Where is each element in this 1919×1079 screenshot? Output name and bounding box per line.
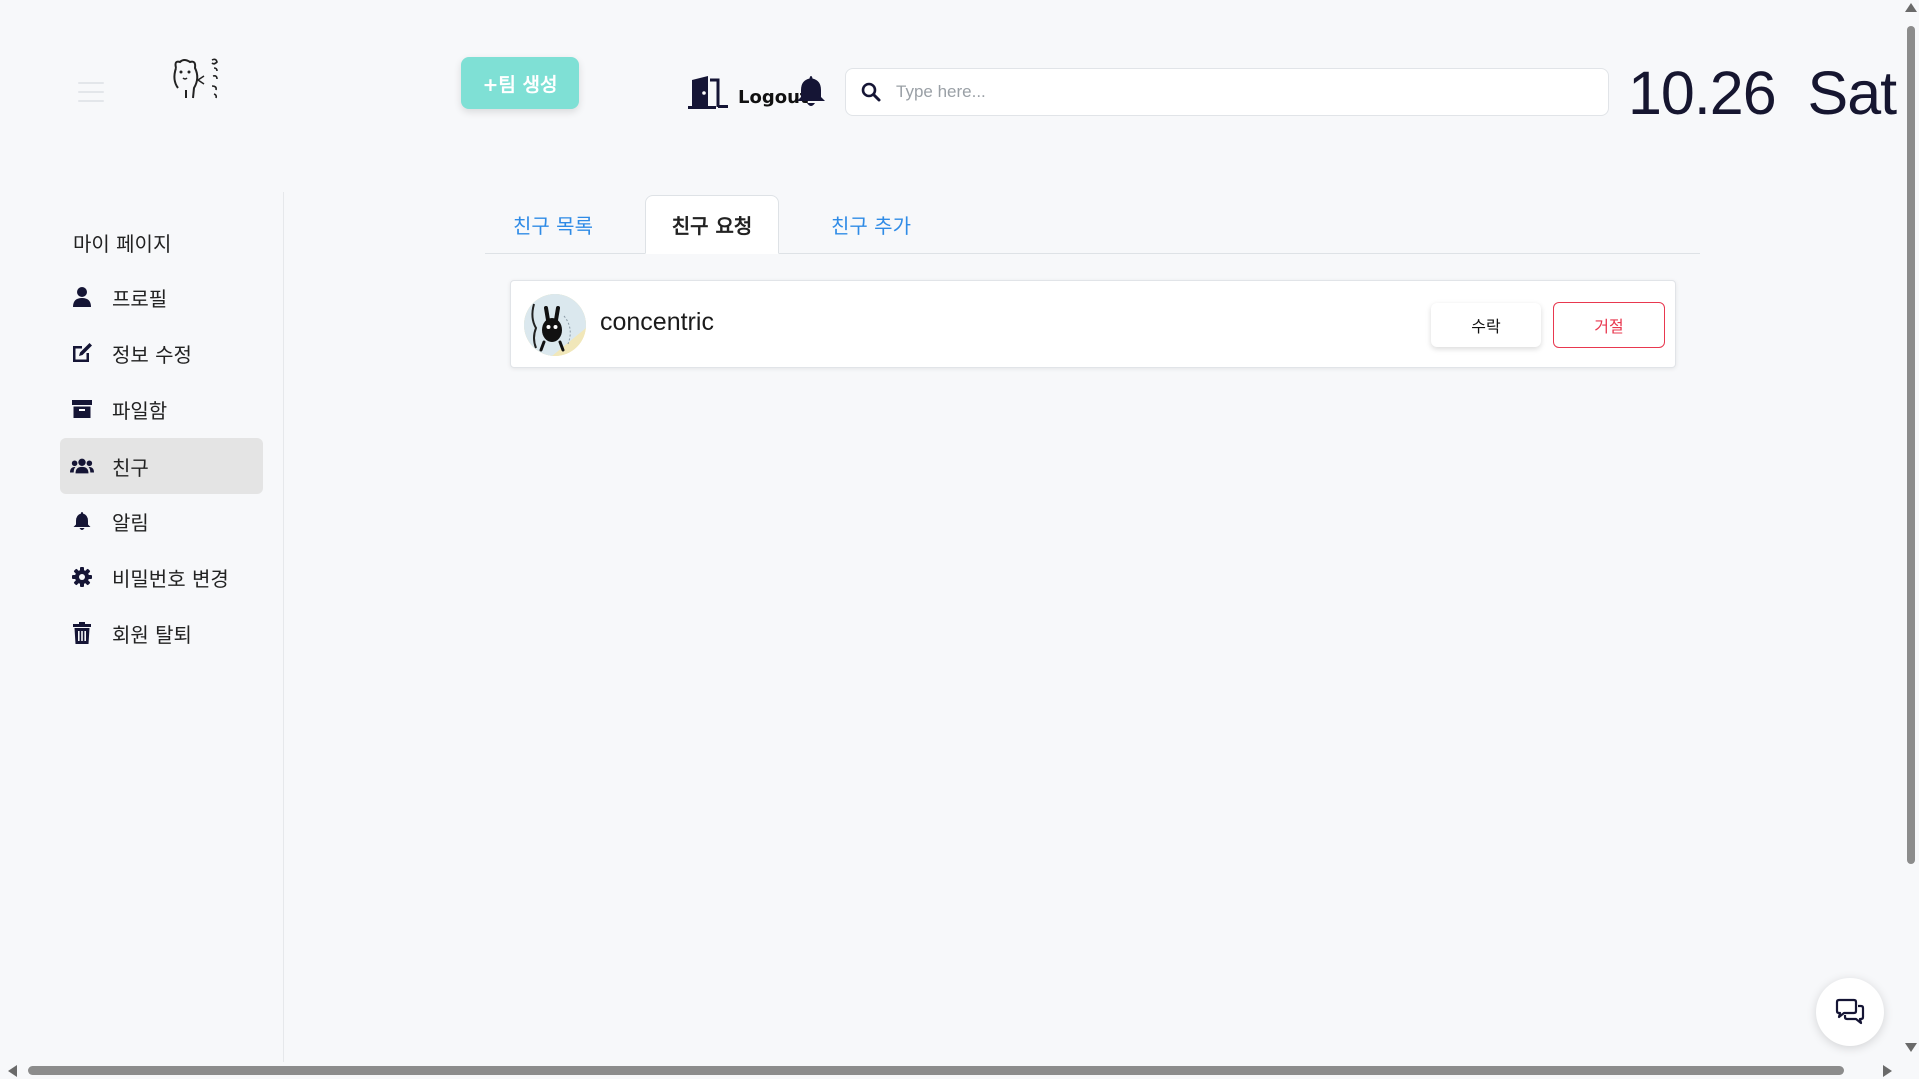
- sidebar-item-label: 알림: [112, 510, 149, 535]
- users-icon: [70, 454, 94, 478]
- bell-icon[interactable]: [796, 74, 826, 108]
- vertical-scroll-thumb[interactable]: [1907, 26, 1915, 864]
- hamburger-icon[interactable]: [78, 82, 104, 102]
- sidebar-item-profile[interactable]: 프로필: [60, 269, 263, 325]
- gear-icon: [70, 565, 94, 589]
- avatar: [524, 294, 586, 356]
- request-username: concentric: [600, 308, 714, 336]
- sidebar-item-label: 친구: [112, 455, 149, 480]
- sidebar-item-change-password[interactable]: 비밀번호 변경: [60, 549, 263, 605]
- search-icon: [861, 82, 881, 102]
- reject-button[interactable]: 거절: [1553, 302, 1665, 348]
- scroll-right-arrow-icon[interactable]: [1883, 1065, 1892, 1077]
- scroll-left-arrow-icon[interactable]: [8, 1065, 17, 1077]
- search-input[interactable]: [894, 81, 1598, 103]
- sidebar-title: 마이 페이지: [73, 232, 172, 256]
- friend-request-card: concentric 수락 거절: [510, 280, 1676, 368]
- door-exit-icon: [688, 76, 728, 109]
- tab-friend-list[interactable]: 친구 목록: [497, 195, 609, 254]
- sidebar-item-label: 파일함: [112, 398, 168, 423]
- scroll-up-arrow-icon[interactable]: [1905, 3, 1917, 12]
- sidebar-item-label: 비밀번호 변경: [112, 566, 229, 591]
- sidebar-item-withdraw[interactable]: 회원 탈퇴: [60, 605, 263, 661]
- chat-button[interactable]: [1816, 978, 1884, 1046]
- accept-button[interactable]: 수락: [1431, 303, 1541, 347]
- vertical-scrollbar[interactable]: [1902, 0, 1919, 1064]
- sidebar-item-label: 회원 탈퇴: [112, 622, 192, 647]
- bell-icon: [70, 509, 94, 533]
- date-display: 10.26 Sat: [1628, 59, 1897, 127]
- tab-add-friend[interactable]: 친구 추가: [815, 195, 927, 254]
- sidebar-divider: [283, 192, 284, 1065]
- sidebar-item-label: 정보 수정: [112, 342, 192, 367]
- sidebar-item-friends[interactable]: 친구: [60, 438, 263, 494]
- logout-button[interactable]: Logout: [688, 74, 809, 110]
- sidebar-item-files[interactable]: 파일함: [60, 381, 263, 437]
- page: +팀 생성 Logout 10.26 Sat 마이 페이지 프로필: [0, 0, 1919, 1079]
- horizontal-scroll-thumb[interactable]: [28, 1066, 1844, 1075]
- scroll-down-arrow-icon[interactable]: [1905, 1043, 1917, 1052]
- user-icon: [70, 285, 94, 309]
- bear-logo[interactable]: [168, 54, 228, 106]
- sidebar-item-label: 프로필: [112, 286, 168, 311]
- horizontal-scrollbar[interactable]: [0, 1062, 1902, 1079]
- create-team-button[interactable]: +팀 생성: [461, 57, 579, 109]
- trash-icon: [70, 621, 94, 645]
- search-bar: [845, 68, 1609, 116]
- sidebar-item-notifications[interactable]: 알림: [60, 493, 263, 549]
- archive-icon: [70, 397, 94, 421]
- chat-bubbles-icon: [1835, 998, 1865, 1025]
- sidebar-item-edit-info[interactable]: 정보 수정: [60, 325, 263, 381]
- tab-friend-requests[interactable]: 친구 요청: [645, 195, 779, 254]
- edit-icon: [70, 341, 94, 365]
